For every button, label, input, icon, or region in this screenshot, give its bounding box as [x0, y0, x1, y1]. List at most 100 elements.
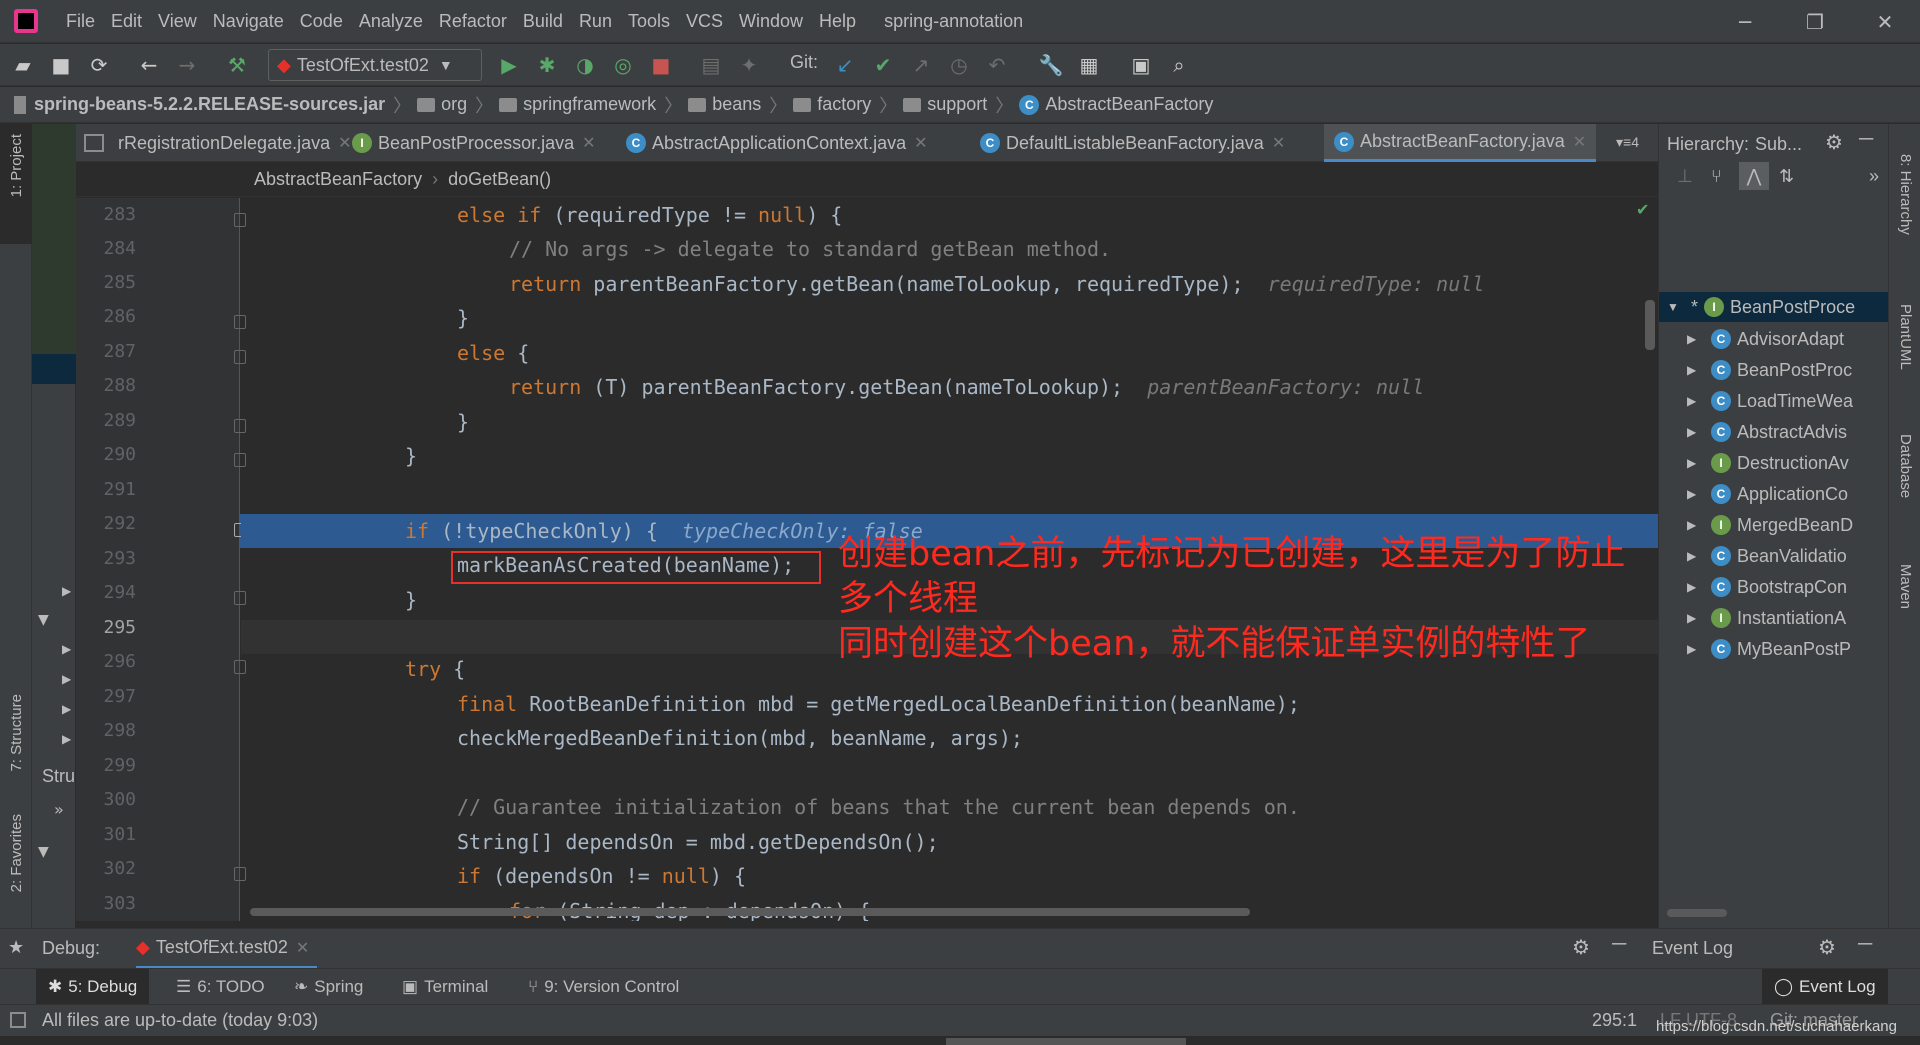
layout-icon[interactable]: ✦ [732, 48, 766, 82]
favorites-tool-tab[interactable]: 2: Favorites [0, 804, 32, 904]
minimize-button[interactable]: ─ [1710, 0, 1780, 43]
menu-run[interactable]: Run [571, 11, 620, 32]
close-icon[interactable]: ✕ [1573, 132, 1586, 152]
tab-list-icon[interactable] [84, 134, 104, 152]
hierarchy-item[interactable]: ▶ C BeanPostProc [1687, 355, 1852, 385]
tab-abstract-application-context[interactable]: C AbstractApplicationContext.java ✕ [626, 124, 928, 162]
gear-icon[interactable]: ⚙ [1818, 935, 1836, 960]
run-config-select[interactable]: ◆ TestOfExt.test02 ▼ [268, 49, 482, 81]
plantuml-tool-tab[interactable]: PlantUML [1889, 284, 1920, 404]
supertypes-icon[interactable]: ⊥ [1677, 166, 1693, 187]
hierarchy-item-root[interactable]: ▼ * I BeanPostProce [1667, 292, 1855, 322]
star-icon[interactable]: ★ [8, 937, 24, 958]
breadcrumb-class[interactable]: C AbstractBeanFactory [1019, 94, 1213, 115]
menu-code[interactable]: Code [292, 11, 351, 32]
tree-expand-icon[interactable]: ▶ [62, 672, 71, 686]
menu-navigate[interactable]: Navigate [205, 11, 292, 32]
git-rollback-icon[interactable]: ↶ [980, 48, 1014, 82]
git-update-icon[interactable]: ↙ [828, 48, 862, 82]
close-icon[interactable]: ✕ [296, 938, 309, 958]
attach-icon[interactable]: ▤ [694, 48, 728, 82]
menu-analyze[interactable]: Analyze [351, 11, 431, 32]
tool-todo[interactable]: ☰ 6: TODO [176, 969, 265, 1005]
hide-panel-icon[interactable]: ─ [1858, 933, 1872, 956]
close-icon[interactable]: ✕ [1272, 133, 1285, 153]
hierarchy-item[interactable]: ▶ C ApplicationCo [1687, 479, 1848, 509]
menu-refactor[interactable]: Refactor [431, 11, 515, 32]
git-push-icon[interactable]: ↗ [904, 48, 938, 82]
coverage-icon[interactable]: ◑ [568, 48, 602, 82]
back-icon[interactable]: ← [132, 48, 166, 82]
more-chevrons-icon[interactable]: » [54, 800, 64, 819]
caret-position[interactable]: 295:1 [1592, 1010, 1637, 1031]
tab-registration-delegate[interactable]: rRegistrationDelegate.java ✕ [118, 124, 352, 162]
close-window-button[interactable]: ✕ [1850, 0, 1920, 43]
hierarchy-item[interactable]: ▶ C LoadTimeWea [1687, 386, 1853, 416]
menu-edit[interactable]: Edit [103, 11, 150, 32]
type-hierarchy-icon[interactable]: ⋀ [1739, 162, 1769, 190]
gear-icon[interactable]: ⚙ [1825, 130, 1843, 155]
close-icon[interactable]: ✕ [582, 133, 595, 153]
breadcrumb-jar[interactable]: spring-beans-5.2.2.RELEASE-sources.jar [14, 94, 385, 115]
breadcrumb-class-name[interactable]: AbstractBeanFactory [254, 169, 422, 190]
hierarchy-item[interactable]: ▶ C AdvisorAdapt [1687, 324, 1844, 354]
close-icon[interactable]: ✕ [338, 133, 351, 153]
settings-wrench-icon[interactable]: 🔧 [1034, 48, 1068, 82]
hierarchy-item[interactable]: ▶ C MyBeanPostP [1687, 634, 1851, 664]
breadcrumb-springframework[interactable]: springframework [499, 94, 656, 115]
gear-icon[interactable]: ⚙ [1572, 935, 1590, 960]
terminal-window-icon[interactable]: ▣ [1124, 48, 1158, 82]
panel-toggle-icon[interactable] [10, 1012, 26, 1028]
tree-expand-icon[interactable]: ▶ [62, 732, 71, 746]
breadcrumb-org[interactable]: org [417, 94, 467, 115]
restore-button[interactable]: ❐ [1780, 0, 1850, 43]
hide-panel-icon[interactable]: ─ [1859, 128, 1873, 151]
git-commit-icon[interactable]: ✔ [866, 48, 900, 82]
subtypes-icon[interactable]: ⑂ [1711, 166, 1722, 187]
menu-vcs[interactable]: VCS [678, 11, 731, 32]
project-structure-icon[interactable]: ▦ [1072, 48, 1106, 82]
menu-tools[interactable]: Tools [620, 11, 678, 32]
breadcrumb-support[interactable]: support [903, 94, 987, 115]
menu-build[interactable]: Build [515, 11, 571, 32]
stop-icon[interactable]: ■ [644, 48, 678, 82]
maven-tool-tab[interactable]: Maven [1889, 544, 1920, 644]
hierarchy-item[interactable]: ▶ C BootstrapCon [1687, 572, 1847, 602]
sort-alpha-icon[interactable]: ⇅ [1779, 166, 1794, 187]
hierarchy-item[interactable]: ▶ I MergedBeanD [1687, 510, 1853, 540]
hide-panel-icon[interactable]: ─ [1612, 933, 1626, 956]
close-icon[interactable]: ✕ [914, 133, 927, 153]
database-tool-tab[interactable]: Database [1889, 414, 1920, 534]
hierarchy-mode[interactable]: Sub... [1755, 134, 1802, 155]
inspection-ok-icon[interactable]: ✔ [1636, 200, 1649, 219]
tab-overflow-button[interactable]: ▾≡4 [1616, 134, 1639, 151]
breadcrumb-beans[interactable]: beans [688, 94, 761, 115]
debug-bug-icon[interactable]: ✱ [530, 48, 564, 82]
open-folder-icon[interactable]: ▰ [6, 48, 40, 82]
run-icon[interactable]: ▶ [492, 48, 526, 82]
tab-default-listable-bean-factory[interactable]: C DefaultListableBeanFactory.java ✕ [980, 124, 1285, 162]
project-tool-tab[interactable]: 1: Project [0, 124, 32, 244]
hierarchy-item[interactable]: ▶ C BeanValidatio [1687, 541, 1847, 571]
tool-debug[interactable]: ✱ 5: Debug [36, 969, 150, 1005]
tree-collapse-icon[interactable]: ▼ [38, 844, 49, 860]
tool-terminal[interactable]: ▣ Terminal [402, 969, 488, 1005]
project-selected-row[interactable] [32, 354, 76, 384]
breadcrumb-method-name[interactable]: doGetBean() [448, 169, 551, 190]
hierarchy-item[interactable]: ▶ I InstantiationA [1687, 603, 1846, 633]
search-icon[interactable]: ⌕ [1162, 48, 1196, 82]
forward-icon[interactable]: → [170, 48, 204, 82]
tree-expand-icon[interactable]: ▶ [62, 702, 71, 716]
more-chevrons-icon[interactable]: » [1869, 166, 1879, 187]
tree-expand-icon[interactable]: ▶ [62, 642, 71, 656]
menu-help[interactable]: Help [811, 11, 864, 32]
tool-event-log[interactable]: ◯ Event Log [1762, 969, 1888, 1005]
tab-bean-post-processor[interactable]: I BeanPostProcessor.java ✕ [352, 124, 596, 162]
tab-abstract-bean-factory[interactable]: C AbstractBeanFactory.java ✕ [1324, 124, 1597, 162]
sync-icon[interactable]: ⟳ [82, 48, 116, 82]
tree-expand-icon[interactable]: ▶ [62, 584, 71, 598]
horizontal-scrollbar[interactable] [250, 908, 1250, 916]
save-all-icon[interactable]: ■ [44, 48, 78, 82]
profile-icon[interactable]: ◎ [606, 48, 640, 82]
tool-version-control[interactable]: ⑂ 9: Version Control [528, 969, 679, 1005]
